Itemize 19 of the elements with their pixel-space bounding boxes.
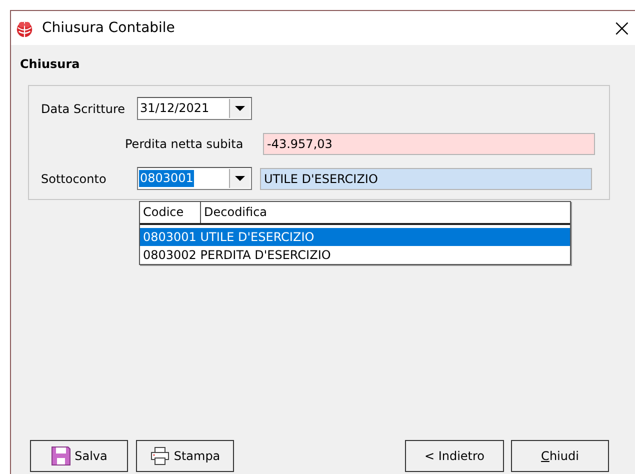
field-label: Perdita netta subita — [125, 136, 244, 150]
field-label: Data Scritture — [41, 102, 126, 116]
back-button[interactable]: < Indietro — [405, 440, 504, 472]
column-header[interactable]: Decodifica — [201, 202, 268, 223]
window-title: Chiusura Contabile — [42, 20, 176, 36]
close-button[interactable]: Chiudi — [511, 440, 609, 472]
field-label: Sottoconto — [41, 172, 108, 186]
description-field: UTILE D'ESERCIZIO — [260, 168, 592, 190]
list-row[interactable]: 0803002 PERDITA D'ESERCIZIO — [140, 246, 570, 264]
column-header[interactable]: Codice — [140, 202, 201, 223]
section-title: Chiusura — [20, 57, 81, 71]
account-combo[interactable]: 0803001 — [137, 167, 252, 190]
close-button[interactable]: × — [612, 16, 632, 40]
list-row[interactable]: 0803001 UTILE D'ESERCIZIO — [140, 228, 570, 246]
print-button[interactable]: Stampa — [136, 440, 234, 472]
save-button[interactable]: Salva — [30, 440, 128, 472]
date-combo[interactable]: 31/12/2021 — [137, 97, 252, 120]
amount-field: -43.957,03 — [263, 132, 595, 154]
printer-icon — [150, 446, 170, 466]
